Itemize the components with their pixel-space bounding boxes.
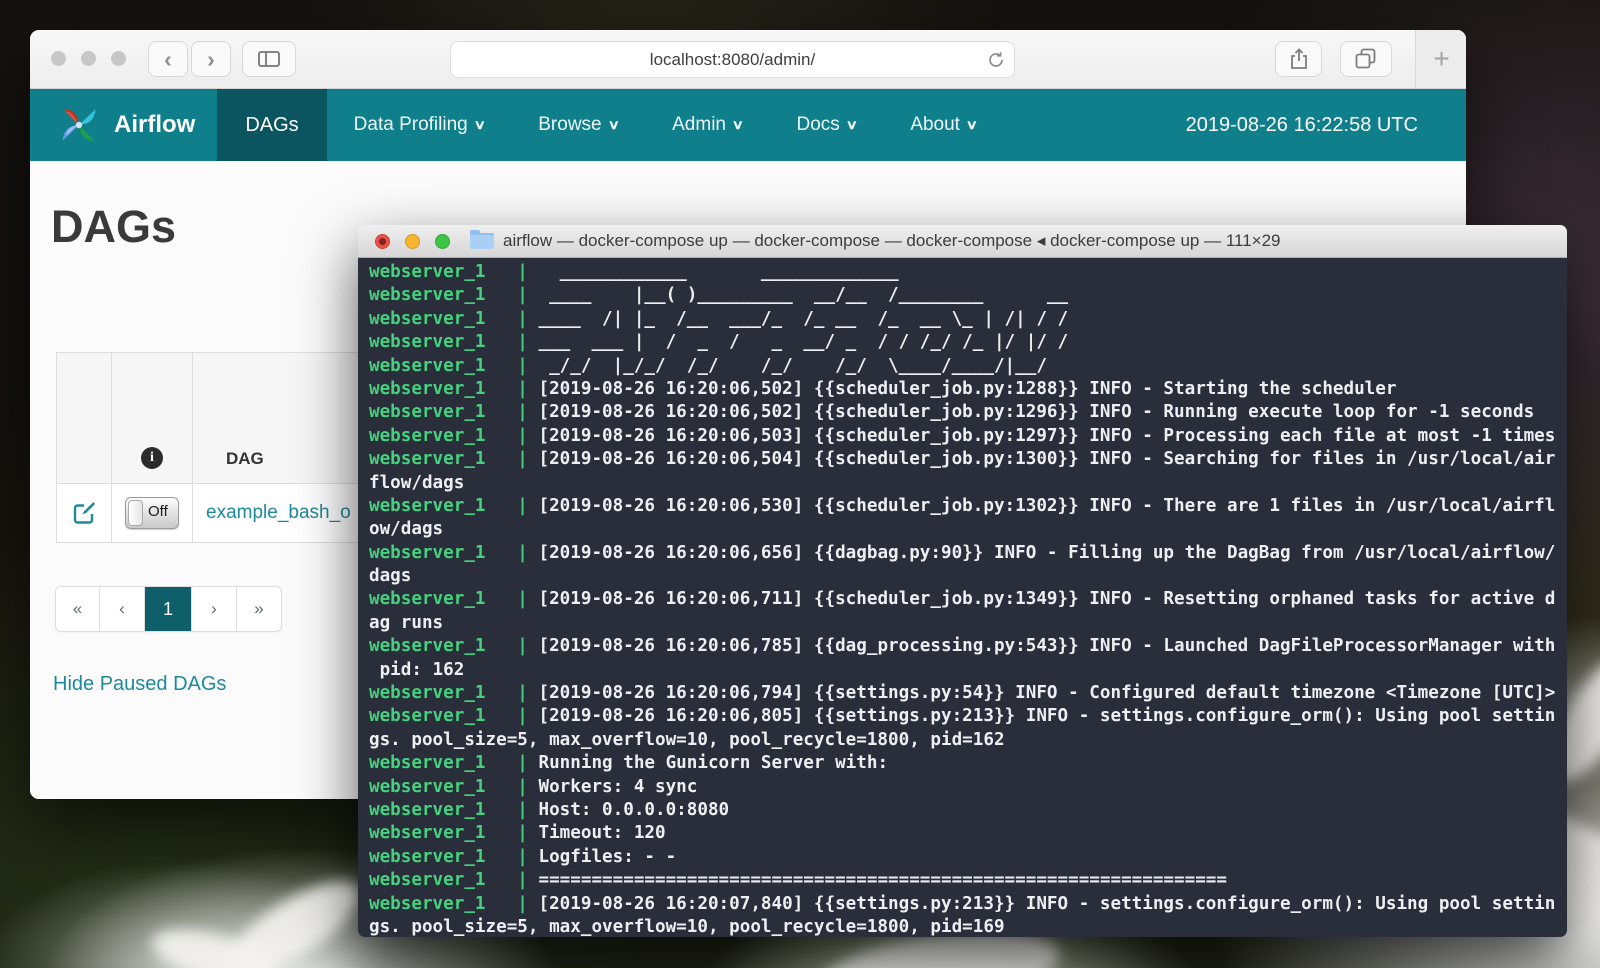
terminal-line: webserver_1 | [2019-08-26 16:20:06,503] … <box>369 425 1567 448</box>
terminal-line: webserver_1 | ==========================… <box>369 869 1567 892</box>
terminal-line: webserver_1 | [2019-08-26 16:20:06,656] … <box>369 542 1567 565</box>
page-number-button[interactable]: 1 <box>145 586 192 632</box>
chevron-down-icon: ∨ <box>732 117 744 133</box>
back-icon: ‹ <box>164 46 172 73</box>
terminal-line: webserver_1 | [2019-08-26 16:20:07,840] … <box>369 893 1567 916</box>
nav-label: Docs <box>797 114 840 136</box>
terminal-line: flow/dags <box>369 472 1567 495</box>
terminal-line: webserver_1 | Workers: 4 sync <box>369 776 1567 799</box>
back-button[interactable]: ‹ <box>148 41 188 77</box>
terminal-line: webserver_1 | ____ |__( )_________ __/__… <box>369 284 1567 307</box>
nav-item-browse[interactable]: Browse ∨ <box>511 89 645 161</box>
toggle-label: Off <box>148 498 168 526</box>
url-text: localhost:8080/admin/ <box>650 50 815 70</box>
nav-label: About <box>910 114 960 136</box>
terminal-line: webserver_1 | [2019-08-26 16:20:06,711] … <box>369 588 1567 611</box>
info-column-header: i <box>112 353 193 484</box>
nav-item-data-profiling[interactable]: Data Profiling ∨ <box>327 89 512 161</box>
terminal-line: ow/dags <box>369 518 1567 541</box>
browser-toolbar: ‹ › localhost:8080/admin/ <box>30 30 1466 89</box>
tabs-overview-button[interactable] <box>1340 41 1392 77</box>
dag-link[interactable]: example_bash_o <box>206 502 351 523</box>
page-next-button[interactable]: › <box>192 586 237 632</box>
nav-label: DAGs <box>245 114 298 137</box>
terminal-line: gs. pool_size=5, max_overflow=10, pool_r… <box>369 729 1567 752</box>
nav-item-about[interactable]: About ∨ <box>883 89 1003 161</box>
zoom-window-button[interactable] <box>435 234 450 249</box>
share-button[interactable] <box>1275 41 1322 77</box>
close-window-button[interactable] <box>51 51 66 66</box>
terminal-title: airflow — docker-compose up — docker-com… <box>503 231 1281 251</box>
chevron-down-icon: ∨ <box>966 117 978 133</box>
airflow-logo-icon <box>56 102 102 148</box>
chevron-down-icon: ∨ <box>845 117 857 133</box>
edit-cell <box>57 484 112 543</box>
tabs-icon <box>1355 48 1377 70</box>
page-last-button[interactable]: » <box>237 586 282 632</box>
address-bar[interactable]: localhost:8080/admin/ <box>450 41 1015 78</box>
chevron-down-icon: ∨ <box>473 117 485 133</box>
terminal-line: webserver_1 | ____ /| |_ /__ ___/_ /_ __… <box>369 308 1567 331</box>
share-icon <box>1289 47 1309 71</box>
terminal-line: webserver_1 | Host: 0.0.0.0:8080 <box>369 799 1567 822</box>
utc-clock: 2019-08-26 16:22:58 UTC <box>1186 114 1418 137</box>
forward-button[interactable]: › <box>191 41 231 77</box>
nav-item-admin[interactable]: Admin ∨ <box>645 89 769 161</box>
terminal-output: webserver_1 | ____________ _____________… <box>358 258 1567 937</box>
terminal-line: webserver_1 | ____________ _____________ <box>369 261 1567 284</box>
nav-label: Admin <box>672 114 726 136</box>
terminal-line: webserver_1 | [2019-08-26 16:20:06,794] … <box>369 682 1567 705</box>
terminal-line: webserver_1 | Logfiles: - - <box>369 846 1567 869</box>
toggle-knob <box>128 500 143 526</box>
info-icon[interactable]: i <box>141 447 163 469</box>
terminal-line: ag runs <box>369 612 1567 635</box>
airflow-brand: Airflow <box>114 111 195 139</box>
page-prev-button[interactable]: ‹ <box>100 586 145 632</box>
minimize-window-button[interactable] <box>81 51 96 66</box>
sidebar-icon <box>258 51 280 67</box>
nav-item-docs[interactable]: Docs ∨ <box>770 89 884 161</box>
terminal-line: webserver_1 | [2019-08-26 16:20:06,530] … <box>369 495 1567 518</box>
terminal-line: webserver_1 | _/_/ |_/_/ /_/ /_/ /_/ \__… <box>369 355 1567 378</box>
refresh-button[interactable] <box>986 50 1006 70</box>
nav-label: Data Profiling <box>354 114 468 136</box>
sidebar-button[interactable] <box>242 41 296 77</box>
desktop-background: ‹ › localhost:8080/admin/ <box>0 0 1600 968</box>
forward-icon: › <box>207 46 215 73</box>
plus-icon: + <box>1433 43 1449 75</box>
terminal-line: gs. pool_size=5, max_overflow=10, pool_r… <box>369 916 1567 937</box>
minimize-window-button[interactable] <box>405 234 420 249</box>
terminal-line: webserver_1 | [2019-08-26 16:20:06,805] … <box>369 705 1567 728</box>
page-title: DAGs <box>51 201 176 253</box>
terminal-line: dags <box>369 565 1567 588</box>
edit-dag-icon[interactable] <box>71 500 97 526</box>
new-tab-button[interactable]: + <box>1415 30 1466 88</box>
terminal-line: webserver_1 | ___ ___ | / _ / _ __/ _ / … <box>369 331 1567 354</box>
hide-paused-dags-link[interactable]: Hide Paused DAGs <box>53 673 226 696</box>
terminal-line: webserver_1 | Timeout: 120 <box>369 822 1567 845</box>
close-window-button[interactable] <box>375 234 390 249</box>
folder-icon <box>470 233 494 249</box>
zoom-window-button[interactable] <box>111 51 126 66</box>
terminal-line: pid: 162 <box>369 659 1567 682</box>
chevron-down-icon: ∨ <box>607 117 619 133</box>
refresh-icon <box>986 50 1006 70</box>
terminal-line: webserver_1 | [2019-08-26 16:20:06,504] … <box>369 448 1567 471</box>
terminal-titlebar: airflow — docker-compose up — docker-com… <box>358 225 1567 258</box>
nav-label: Browse <box>538 114 601 136</box>
terminal-line: webserver_1 | [2019-08-26 16:20:06,502] … <box>369 401 1567 424</box>
nav-item-dags[interactable]: DAGs <box>217 89 326 161</box>
toggle-cell: Off <box>112 484 193 543</box>
dag-pause-toggle[interactable]: Off <box>125 497 179 529</box>
edit-column-header <box>57 353 112 484</box>
page-first-button[interactable]: « <box>55 586 100 632</box>
terminal-line: webserver_1 | [2019-08-26 16:20:06,785] … <box>369 635 1567 658</box>
terminal-line: webserver_1 | Running the Gunicorn Serve… <box>369 752 1567 775</box>
airflow-navbar: Airflow DAGs Data Profiling ∨ Browse ∨ A… <box>30 89 1466 161</box>
terminal-window: airflow — docker-compose up — docker-com… <box>358 225 1567 937</box>
terminal-line: webserver_1 | [2019-08-26 16:20:06,502] … <box>369 378 1567 401</box>
pagination: « ‹ 1 › » <box>55 586 282 632</box>
